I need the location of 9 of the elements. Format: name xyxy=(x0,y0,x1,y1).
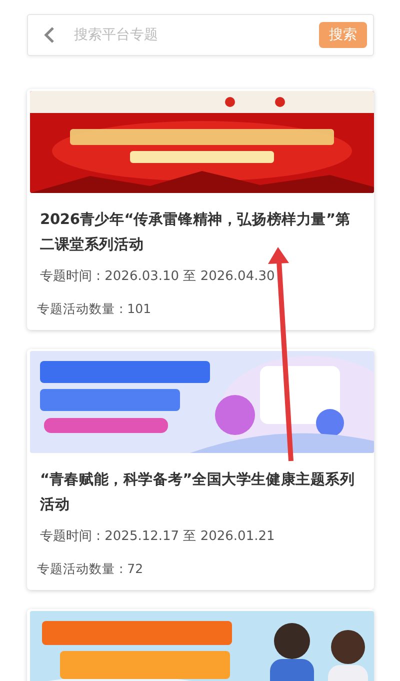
activity-count: 专题活动数量 : 72 xyxy=(37,561,144,578)
topic-card[interactable]: 2026青少年“传承雷锋精神，弘扬榜样力量”第二课堂系列活动 专题时间 : 2026.03.10 至 2026.04.30 专题活动数量 : 101 xyxy=(27,89,374,330)
topic-title: “青春赋能，科学备考”全国大学生健康主题系列活动 xyxy=(40,470,356,515)
topic-dates: 专题时间 : 2026.03.10 至 2026.04.30 xyxy=(40,268,276,285)
topic-title: 2026青少年“传承雷锋精神，弘扬榜样力量”第二课堂系列活动 xyxy=(40,210,352,255)
topic-card[interactable]: “青春赋能，科学备考”全国大学生健康主题系列活动 专题时间 : 2025.12.17 至 2026.01.21 专题活动数量 : 72 xyxy=(27,349,374,590)
back-icon[interactable] xyxy=(42,26,56,44)
activity-count: 专题活动数量 : 101 xyxy=(37,301,152,318)
topic-dates: 专题时间 : 2025.12.17 至 2026.01.21 xyxy=(40,528,276,545)
